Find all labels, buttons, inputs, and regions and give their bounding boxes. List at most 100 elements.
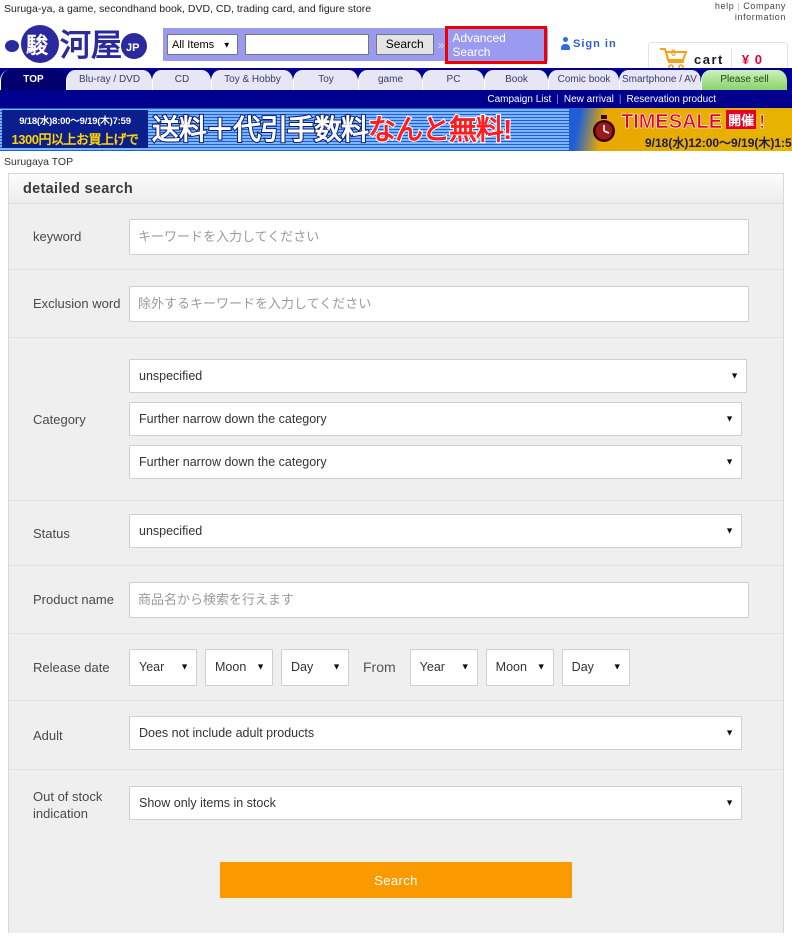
sign-in-label: Sign in (573, 37, 617, 50)
chevron-down-icon: ▼ (725, 727, 734, 738)
utility-separator: | (737, 1, 741, 11)
nav-tab-book[interactable]: Book (484, 70, 548, 90)
detailed-search-panel: detailed search keyword Exclusion word C… (8, 173, 784, 933)
nav-tab-label: game (377, 74, 403, 85)
breadcrumb-top-link[interactable]: Surugaya TOP (4, 156, 73, 168)
svg-text:JP: JP (126, 42, 139, 54)
banner-date-range: 9/18(水)8:00～9/19(木)7:59 (19, 116, 131, 127)
cart-count-badge: 0 (671, 48, 677, 58)
timesale-exclamation: ! (759, 112, 766, 133)
search-submit-button[interactable]: Search (220, 862, 572, 898)
exclusion-word-label: Exclusion word (33, 296, 121, 311)
cart-divider (730, 48, 732, 70)
category-label: Category (33, 411, 86, 427)
header-search-input[interactable] (244, 34, 369, 55)
release-end-month-select[interactable]: Moon ▼ (485, 648, 554, 686)
chevron-down-icon: ▼ (332, 661, 341, 672)
chevron-down-icon: ▼ (256, 661, 265, 672)
release-end-day-select[interactable]: Day ▼ (561, 648, 630, 686)
nav-tab-pc[interactable]: PC (422, 70, 484, 90)
category-select-stack: unspecified ▼ Further narrow down the ca… (129, 349, 783, 489)
submit-area: Search (9, 840, 783, 898)
svg-text:駿: 駿 (26, 33, 49, 59)
nav-tab-top[interactable]: TOP (0, 70, 66, 90)
release-date-controls: Year ▼ Moon ▼ Day ▼ From Year ▼ Moon ▼ D… (129, 648, 783, 686)
banner-main-white: 送料＋代引手数料 (151, 113, 370, 146)
release-start-year-select[interactable]: Year ▼ (129, 648, 197, 686)
banner-date-box: 9/18(水)8:00～9/19(木)7:59 1300円以上お買上げで (2, 110, 148, 148)
company-info-link-line2[interactable]: information (735, 12, 786, 22)
status-label: Status (33, 525, 70, 541)
category-level3-value: Further narrow down the category (139, 455, 327, 469)
category-level1-value: unspecified (139, 369, 203, 383)
nav-tab-label: Toy (318, 74, 334, 85)
nav-tab-smartphone-av-device[interactable]: Smartphone / AV device (619, 70, 701, 90)
release-date-from-label: From (363, 659, 396, 675)
nav-tab-label: Blu-ray / DVD (78, 74, 141, 85)
chevron-down-icon: ▼ (222, 40, 231, 49)
nav-tab-please-sell[interactable]: Please sell (701, 70, 787, 90)
nav-tab-game[interactable]: game (358, 70, 422, 90)
chevron-down-icon: ▼ (725, 413, 734, 424)
field-row-status: Status unspecified ▼ (9, 501, 783, 566)
subnav-link-new-arrival[interactable]: New arrival (564, 94, 614, 105)
nav-tab-toy-hobby[interactable]: Toy & Hobby (211, 70, 293, 90)
header-search-button[interactable]: Search (375, 34, 434, 55)
release-start-day-select[interactable]: Day ▼ (281, 648, 349, 686)
status-select[interactable]: unspecified ▼ (129, 514, 742, 548)
sign-in-link[interactable]: Sign in (561, 37, 617, 50)
banner-main-red: なんと無料! (367, 113, 513, 146)
exclusion-word-input[interactable] (129, 285, 749, 322)
surugaya-logo[interactable]: 駿 河屋 JP (4, 20, 156, 66)
chevron-down-icon: ▼ (725, 456, 734, 467)
promo-banner[interactable]: 9/18(水)8:00～9/19(木)7:59 1300円以上お買上げで 送料＋… (0, 108, 792, 151)
out-of-stock-label: Out of stock indication (9, 788, 129, 822)
category-level1-select[interactable]: unspecified ▼ (129, 359, 747, 393)
field-row-adult: Adult Does not include adult products ▼ (9, 701, 783, 770)
user-icon (561, 37, 570, 50)
company-info-link-line1[interactable]: Company (743, 1, 786, 11)
out-of-stock-select[interactable]: Show only items in stock ▼ (129, 786, 742, 820)
nav-tab-cd[interactable]: CD (152, 70, 211, 90)
category-level2-select[interactable]: Further narrow down the category ▼ (129, 402, 742, 436)
out-of-stock-label-line1: Out of stock (33, 789, 103, 804)
nav-tab-label: PC (446, 74, 461, 85)
chevron-down-icon: ▼ (725, 525, 734, 536)
category-level3-select[interactable]: Further narrow down the category ▼ (129, 445, 742, 479)
nav-tab-label: CD (174, 74, 190, 85)
help-link[interactable]: help (715, 1, 734, 11)
subnav-link-campaign-list[interactable]: Campaign List (487, 94, 551, 105)
adult-value: Does not include adult products (139, 726, 315, 740)
advanced-search-link[interactable]: Advanced Search (445, 25, 547, 64)
release-start-month-select[interactable]: Moon ▼ (205, 648, 273, 686)
out-of-stock-label-line2: indication (33, 806, 88, 821)
nav-tab-blu-ray-dvd[interactable]: Blu-ray / DVD (66, 70, 152, 90)
adult-select[interactable]: Does not include adult products ▼ (129, 716, 742, 750)
nav-tab-label: Book (505, 74, 528, 85)
nav-tab-toy[interactable]: Toy (293, 70, 358, 90)
timesale-time-range: 9/18(水)12:00～9/19(木)1:59 (645, 136, 792, 150)
keyword-input[interactable] (129, 218, 749, 255)
release-date-label: Release date (33, 659, 110, 675)
banner-price-condition: 1300円以上お買上げで (11, 132, 139, 147)
keyword-label: keyword (33, 229, 82, 244)
search-scope-select[interactable]: All Items ▼ (167, 34, 238, 55)
release-end-year-select[interactable]: Year ▼ (409, 648, 478, 686)
search-scope-value: All Items (172, 38, 215, 51)
svg-text:河屋: 河屋 (60, 28, 122, 64)
out-of-stock-value: Show only items in stock (139, 796, 276, 810)
main-nav-tabs: TOP Blu-ray / DVD CD Toy & Hobby Toy game PC Bo… (0, 68, 792, 90)
timesale-title: TIMESALE 開催! (621, 110, 765, 134)
page-title: detailed search (23, 180, 134, 197)
chevron-down-icon: ▼ (730, 370, 739, 381)
field-row-out-of-stock: Out of stock indication Show only items … (9, 770, 783, 840)
product-name-input[interactable] (129, 581, 749, 618)
chevron-down-icon: ▼ (536, 661, 546, 672)
stopwatch-icon (591, 115, 617, 143)
nav-tab-comic-book[interactable]: Comic book (548, 70, 619, 90)
nav-tab-label: Comic book (557, 74, 611, 85)
adult-label: Adult (33, 727, 63, 743)
site-tagline: Suruga-ya, a game, secondhand book, DVD,… (4, 3, 372, 15)
cart-total-amount: ¥ 0 (741, 51, 763, 67)
subnav-link-reservation-product[interactable]: Reservation product (627, 94, 717, 105)
